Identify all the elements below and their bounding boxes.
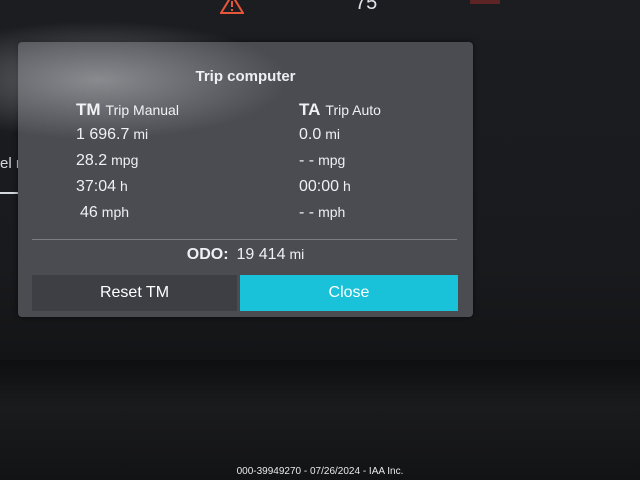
tm-economy: 28.2 mpg: [76, 152, 138, 170]
ta-speed: - - mph: [299, 204, 345, 222]
ta-distance: 0.0 mi: [299, 126, 340, 144]
trip-manual-abbr: TM: [76, 100, 101, 119]
ta-speed-value: - -: [299, 204, 315, 221]
divider: [32, 239, 457, 240]
reset-tm-button[interactable]: Reset TM: [32, 275, 237, 311]
warning-icon: [220, 0, 244, 14]
trip-auto-abbr: TA: [299, 100, 321, 119]
watermark: 000-39949270 - 07/26/2024 - IAA Inc.: [236, 466, 404, 477]
ta-economy: - - mpg: [299, 152, 345, 170]
tm-time: 37:04 h: [76, 178, 128, 196]
top-readout: 75: [355, 0, 378, 14]
dialog-title: Trip computer: [195, 68, 296, 85]
tm-time-value: 37:04: [76, 178, 117, 195]
tm-distance-value: 1 696.7: [76, 126, 130, 143]
trip-computer-dialog: Trip computer TM Trip Manual TA Trip Auto …: [18, 42, 473, 317]
ta-time-value: 00:00: [299, 178, 340, 195]
ta-time-unit: h: [343, 178, 351, 194]
trip-manual-label: Trip Manual: [105, 102, 179, 118]
odometer-label: ODO:: [186, 246, 229, 263]
ta-distance-value: 0.0: [299, 126, 322, 143]
instrument-display: 75 el ra Trip computer TM Trip Manual TA T…: [0, 0, 640, 380]
ta-speed-unit: mph: [318, 204, 346, 220]
ta-economy-value: - -: [299, 152, 315, 169]
tm-distance: 1 696.7 mi: [76, 126, 148, 144]
trip-manual-header: TM Trip Manual: [76, 100, 179, 120]
odometer-unit: mi: [289, 246, 305, 262]
indicator-bar: [470, 0, 500, 4]
trip-auto-header: TA Trip Auto: [299, 100, 381, 120]
tm-time-unit: h: [120, 178, 128, 194]
tm-speed-unit: mph: [101, 204, 130, 220]
tm-speed: 46 mph: [80, 204, 129, 222]
trip-auto-label: Trip Auto: [325, 102, 381, 118]
tm-economy-unit: mpg: [111, 152, 139, 168]
tm-speed-value: 46: [80, 204, 98, 221]
ta-economy-unit: mpg: [318, 152, 346, 168]
ta-distance-unit: mi: [325, 126, 341, 142]
close-button[interactable]: Close: [240, 275, 458, 311]
tm-distance-unit: mi: [133, 126, 149, 142]
dashboard-bezel: [0, 360, 640, 480]
odometer: ODO: 19 414 mi: [18, 246, 473, 264]
odometer-value: 19 414: [236, 246, 286, 263]
ta-time: 00:00 h: [299, 178, 351, 196]
tm-economy-value: 28.2: [76, 152, 108, 169]
